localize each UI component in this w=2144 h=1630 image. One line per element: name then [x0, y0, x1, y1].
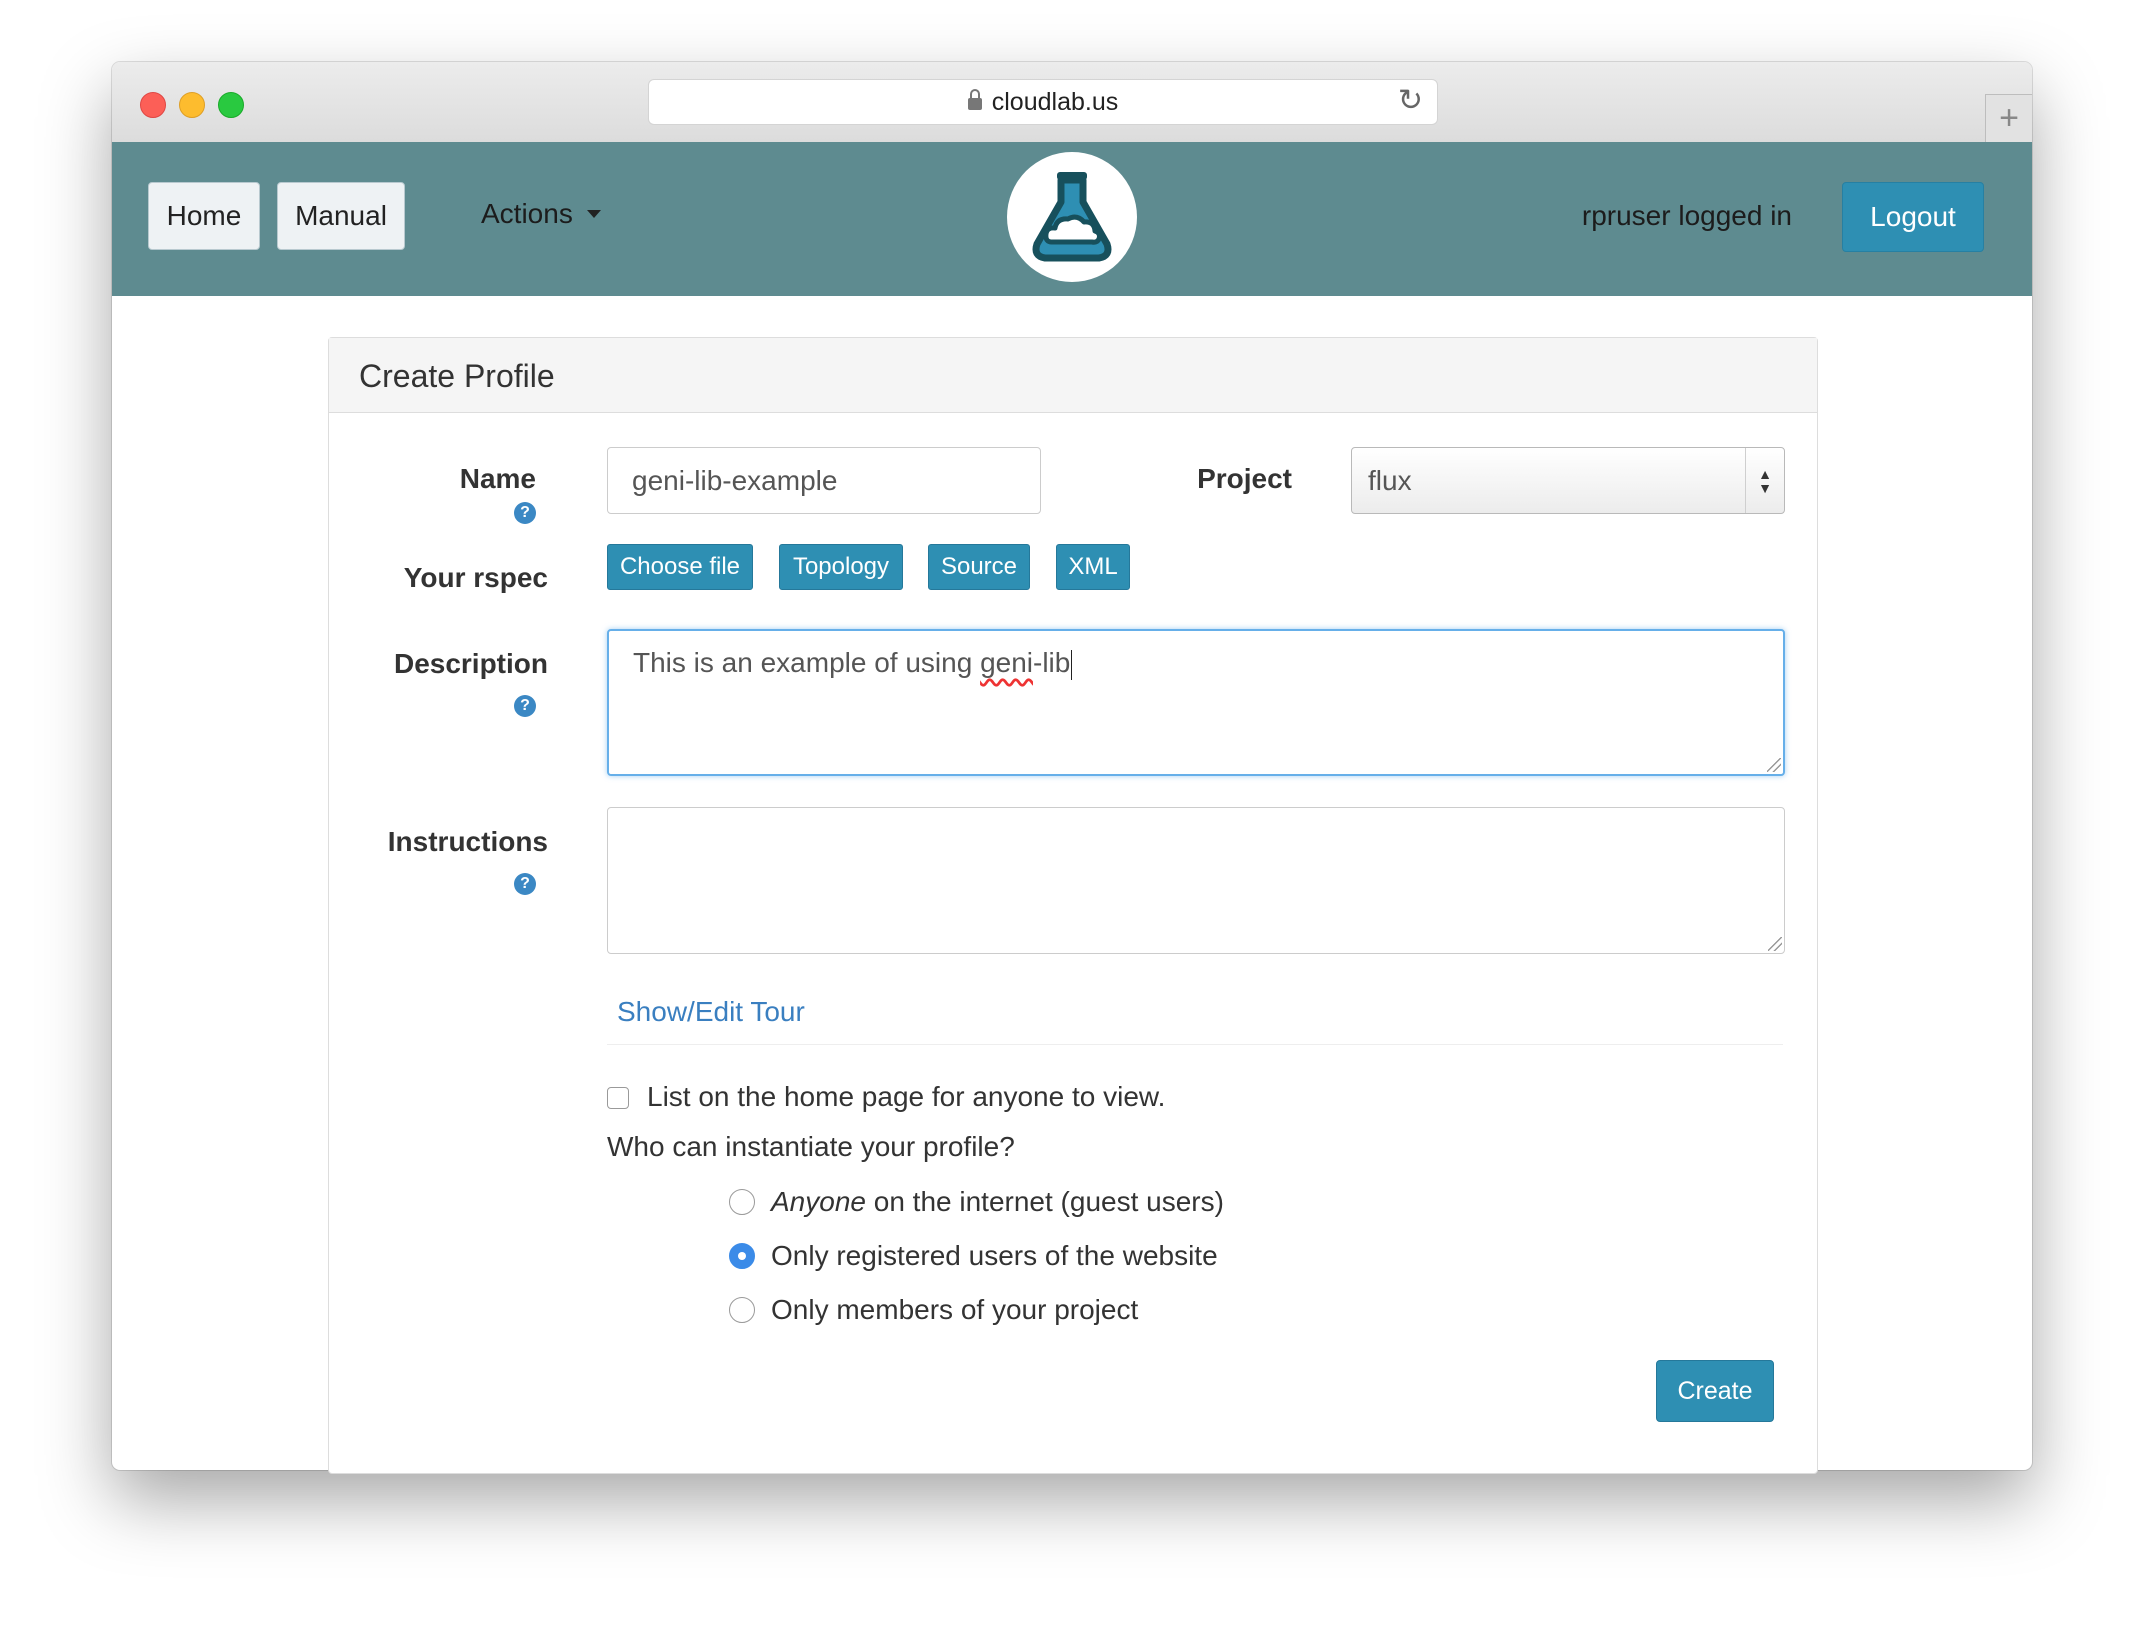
- radio-anyone-rest: on the internet (guest users): [865, 1186, 1224, 1217]
- lock-icon: [967, 89, 982, 110]
- flask-cloud-logo-graphic: [1032, 172, 1112, 262]
- description-label: Description ?: [388, 648, 548, 720]
- radio-members-label: Only members of your project: [771, 1294, 1139, 1325]
- logout-button[interactable]: Logout: [1842, 182, 1984, 252]
- project-label: Project: [1197, 463, 1292, 494]
- reload-icon[interactable]: ↻: [1398, 86, 1423, 116]
- new-tab-icon[interactable]: +: [1985, 94, 2032, 143]
- title-bar: cloudlab.us ↻ +: [112, 62, 2032, 143]
- site-navbar: Home Manual Actions rpruser logged in Lo…: [112, 142, 2032, 296]
- name-label-text: Name: [459, 463, 536, 494]
- home-button[interactable]: Home: [148, 182, 260, 250]
- login-status: rpruser logged in: [1581, 200, 1792, 231]
- project-selected-value: flux: [1368, 464, 1412, 496]
- close-window-button[interactable]: [140, 92, 166, 118]
- who-can-instantiate-label: Who can instantiate your profile?: [607, 1131, 1015, 1162]
- description-label-text: Description: [393, 648, 548, 679]
- resize-handle-icon[interactable]: [1768, 937, 1782, 951]
- help-icon[interactable]: ?: [514, 694, 536, 717]
- actions-label: Actions: [481, 198, 573, 229]
- divider: [607, 1044, 1783, 1045]
- xml-button[interactable]: XML: [1056, 544, 1130, 590]
- topology-button[interactable]: Topology: [779, 544, 903, 590]
- name-input[interactable]: geni-lib-example: [607, 447, 1041, 514]
- radio-anyone-label: Anyone on the internet (guest users): [771, 1186, 1224, 1218]
- instructions-textarea[interactable]: [607, 807, 1785, 954]
- flask-cloud-logo[interactable]: [1007, 152, 1137, 282]
- project-select[interactable]: flux ▲ ▼: [1351, 447, 1785, 514]
- help-icon[interactable]: ?: [514, 872, 536, 895]
- description-text-suffix: -lib: [1033, 647, 1071, 678]
- minimize-window-button[interactable]: [179, 92, 205, 118]
- name-label: Name ?: [412, 463, 536, 527]
- help-icon[interactable]: ?: [514, 501, 536, 524]
- actions-dropdown[interactable]: Actions: [481, 198, 601, 230]
- radio-project-members[interactable]: [729, 1297, 755, 1323]
- manual-button[interactable]: Manual: [277, 182, 405, 250]
- radio-registered-label: Only registered users of the website: [771, 1240, 1218, 1271]
- show-edit-tour-link[interactable]: Show/Edit Tour: [617, 996, 805, 1028]
- text-caret: [1071, 649, 1073, 680]
- rspec-label: Your rspec: [403, 562, 548, 593]
- instructions-label-text: Instructions: [387, 826, 548, 857]
- radio-registered-users[interactable]: [729, 1243, 755, 1269]
- resize-handle-icon[interactable]: [1767, 758, 1781, 772]
- radio-anyone[interactable]: [729, 1189, 755, 1215]
- address-bar[interactable]: cloudlab.us ↻: [648, 79, 1438, 125]
- url-text: cloudlab.us: [991, 87, 1119, 116]
- radio-anyone-emphasis: Anyone: [771, 1186, 866, 1217]
- source-button[interactable]: Source: [928, 544, 1030, 590]
- description-textarea[interactable]: This is an example of using geni-lib: [607, 629, 1785, 776]
- zoom-window-button[interactable]: [218, 92, 244, 118]
- caret-down-icon: [586, 210, 601, 218]
- instructions-label: Instructions ?: [378, 826, 548, 898]
- select-arrows-icon: ▲ ▼: [1745, 448, 1784, 513]
- list-on-home-label: List on the home page for anyone to view…: [647, 1081, 1166, 1112]
- description-text-prefix: This is an example of using: [633, 647, 981, 678]
- create-button[interactable]: Create: [1656, 1360, 1774, 1422]
- list-on-home-checkbox[interactable]: [607, 1087, 629, 1109]
- panel-title: Create Profile: [329, 338, 1817, 413]
- description-misspelled-word: geni: [980, 647, 1033, 678]
- choose-file-button[interactable]: Choose file: [607, 544, 753, 590]
